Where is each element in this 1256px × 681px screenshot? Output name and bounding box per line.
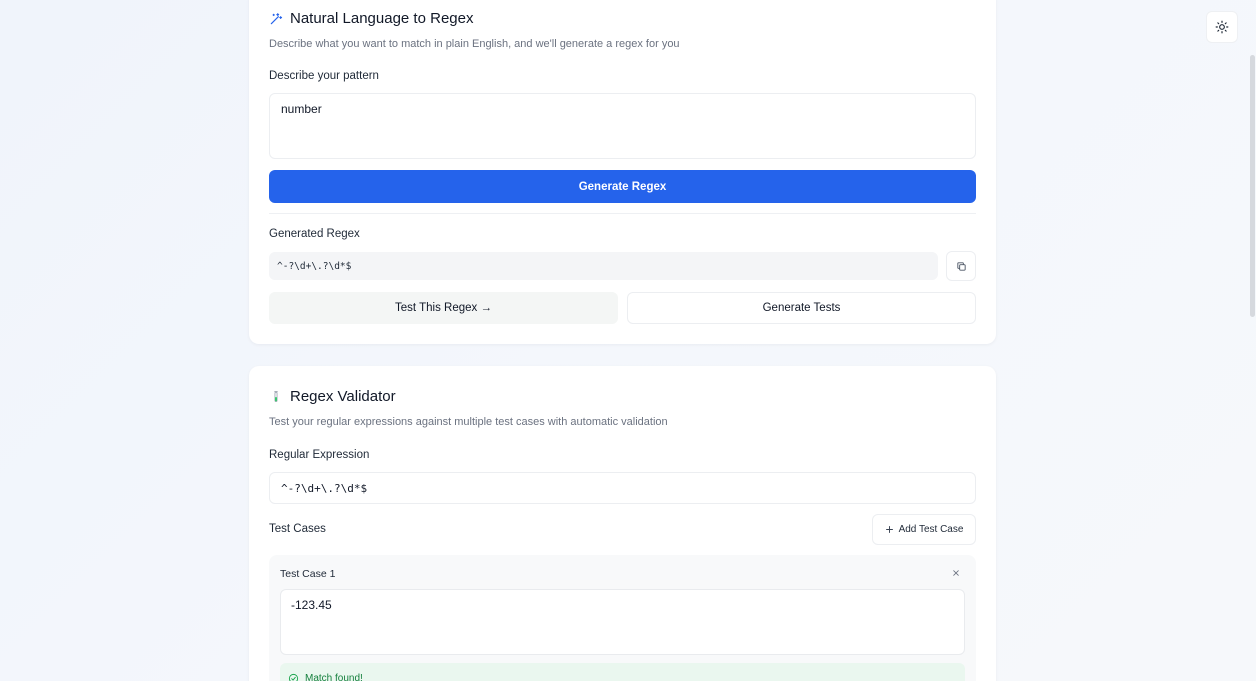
regular-expression-input[interactable]: ^-?\d+\.?\d*$ <box>269 472 976 504</box>
add-test-case-button[interactable]: Add Test Case <box>872 514 976 545</box>
nl-card-subtitle: Describe what you want to match in plain… <box>269 38 680 50</box>
match-result-text: Match found! <box>305 672 363 681</box>
generate-regex-button[interactable]: Generate Regex <box>269 170 976 203</box>
copy-icon <box>956 261 966 271</box>
test-case-item: Test Case 1 -123.45 Match found! <box>269 555 976 681</box>
describe-pattern-label: Describe your pattern <box>269 70 379 82</box>
check-circle-icon <box>288 673 299 681</box>
match-result-banner: Match found! <box>280 663 965 681</box>
add-test-case-label: Add Test Case <box>898 524 964 535</box>
copy-regex-button[interactable] <box>946 251 976 281</box>
page-scrollbar[interactable] <box>1250 55 1255 317</box>
section-divider <box>269 213 976 214</box>
test-cases-label: Test Cases <box>269 523 326 535</box>
theme-toggle-button[interactable] <box>1206 11 1238 43</box>
test-tube-icon <box>269 390 283 404</box>
nl-to-regex-card: Natural Language to Regex Describe what … <box>249 0 996 344</box>
close-icon <box>953 570 959 576</box>
validator-card-title-text: Regex Validator <box>290 388 396 405</box>
regular-expression-label: Regular Expression <box>269 449 370 461</box>
sun-icon <box>1215 20 1229 34</box>
regex-validator-card: Regex Validator Test your regular expres… <box>249 366 996 681</box>
remove-test-case-button[interactable] <box>948 565 964 581</box>
test-case-label: Test Case 1 <box>280 568 336 580</box>
generated-regex-output: ^-?\d+\.?\d*$ <box>269 252 938 280</box>
generated-regex-label: Generated Regex <box>269 228 360 240</box>
test-this-regex-button[interactable]: Test This Regex → <box>269 292 618 324</box>
test-case-input[interactable]: -123.45 <box>280 589 965 655</box>
generate-tests-button[interactable]: Generate Tests <box>627 292 976 324</box>
plus-icon <box>885 526 893 533</box>
nl-card-title-text: Natural Language to Regex <box>290 10 474 27</box>
validator-card-title: Regex Validator <box>269 388 396 405</box>
magic-wand-icon <box>269 12 283 26</box>
describe-pattern-input[interactable]: number <box>269 93 976 159</box>
nl-card-title: Natural Language to Regex <box>269 10 473 27</box>
validator-card-subtitle: Test your regular expressions against mu… <box>269 416 668 428</box>
